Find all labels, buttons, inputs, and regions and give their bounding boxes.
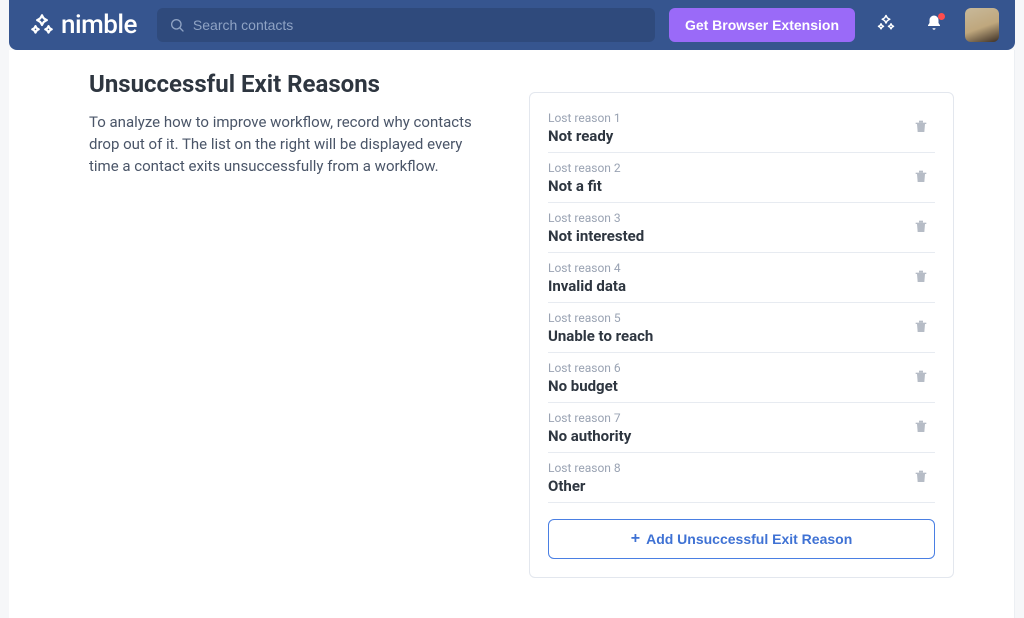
page-content: Unsuccessful Exit Reasons To analyze how… bbox=[9, 50, 1015, 618]
reason-row: Lost reason 3 Not interested bbox=[548, 203, 935, 253]
trash-icon bbox=[913, 418, 929, 438]
search-input[interactable] bbox=[193, 17, 643, 33]
reason-row: Lost reason 1 Not ready bbox=[548, 103, 935, 153]
reason-row: Lost reason 7 No authority bbox=[548, 403, 935, 453]
notification-dot-icon bbox=[938, 13, 945, 20]
reason-label: Lost reason 3 bbox=[548, 211, 897, 225]
reason-value: No budget bbox=[548, 377, 897, 395]
page-title: Unsuccessful Exit Reasons bbox=[89, 70, 489, 98]
delete-reason-button[interactable] bbox=[907, 414, 935, 442]
reason-info: Lost reason 6 No budget bbox=[548, 361, 897, 395]
nimble-logo-icon bbox=[29, 12, 55, 38]
reason-value: Other bbox=[548, 477, 897, 495]
delete-reason-button[interactable] bbox=[907, 464, 935, 492]
reason-value: No authority bbox=[548, 427, 897, 445]
trash-icon bbox=[913, 168, 929, 188]
reason-row: Lost reason 2 Not a fit bbox=[548, 153, 935, 203]
reason-info: Lost reason 1 Not ready bbox=[548, 111, 897, 145]
delete-reason-button[interactable] bbox=[907, 364, 935, 392]
delete-reason-button[interactable] bbox=[907, 164, 935, 192]
reason-value: Unable to reach bbox=[548, 327, 897, 345]
search-box[interactable] bbox=[157, 8, 655, 42]
top-navbar: nimble Get Browser Extension bbox=[9, 0, 1015, 50]
trash-icon bbox=[913, 468, 929, 488]
get-browser-extension-button[interactable]: Get Browser Extension bbox=[669, 8, 855, 42]
reason-row: Lost reason 5 Unable to reach bbox=[548, 303, 935, 353]
notifications-button[interactable] bbox=[917, 8, 951, 42]
apps-icon-button[interactable] bbox=[869, 8, 903, 42]
reason-info: Lost reason 4 Invalid data bbox=[548, 261, 897, 295]
trash-icon bbox=[913, 218, 929, 238]
delete-reason-button[interactable] bbox=[907, 264, 935, 292]
sparkle-icon bbox=[876, 13, 896, 37]
avatar[interactable] bbox=[965, 8, 999, 42]
search-icon bbox=[169, 17, 185, 33]
reasons-card: Lost reason 1 Not ready Lost reason 2 Not a… bbox=[529, 92, 954, 578]
reason-value: Not ready bbox=[548, 127, 897, 145]
delete-reason-button[interactable] bbox=[907, 114, 935, 142]
reason-info: Lost reason 3 Not interested bbox=[548, 211, 897, 245]
brand[interactable]: nimble bbox=[29, 10, 137, 40]
reason-value: Invalid data bbox=[548, 277, 897, 295]
delete-reason-button[interactable] bbox=[907, 214, 935, 242]
plus-icon: + bbox=[631, 531, 640, 547]
reasons-list: Lost reason 1 Not ready Lost reason 2 Not a… bbox=[548, 103, 935, 503]
reason-label: Lost reason 7 bbox=[548, 411, 897, 425]
reason-info: Lost reason 7 No authority bbox=[548, 411, 897, 445]
reason-value: Not interested bbox=[548, 227, 897, 245]
reason-label: Lost reason 2 bbox=[548, 161, 897, 175]
delete-reason-button[interactable] bbox=[907, 314, 935, 342]
reason-label: Lost reason 8 bbox=[548, 461, 897, 475]
trash-icon bbox=[913, 268, 929, 288]
reason-info: Lost reason 8 Other bbox=[548, 461, 897, 495]
reason-label: Lost reason 6 bbox=[548, 361, 897, 375]
trash-icon bbox=[913, 118, 929, 138]
left-column: Unsuccessful Exit Reasons To analyze how… bbox=[89, 70, 489, 578]
reason-label: Lost reason 5 bbox=[548, 311, 897, 325]
reason-info: Lost reason 5 Unable to reach bbox=[548, 311, 897, 345]
reason-row: Lost reason 8 Other bbox=[548, 453, 935, 503]
reason-row: Lost reason 6 No budget bbox=[548, 353, 935, 403]
reason-value: Not a fit bbox=[548, 177, 897, 195]
trash-icon bbox=[913, 318, 929, 338]
add-reason-label: Add Unsuccessful Exit Reason bbox=[646, 531, 852, 547]
right-column: Lost reason 1 Not ready Lost reason 2 Not a… bbox=[529, 70, 954, 578]
reason-info: Lost reason 2 Not a fit bbox=[548, 161, 897, 195]
reason-row: Lost reason 4 Invalid data bbox=[548, 253, 935, 303]
brand-text: nimble bbox=[61, 10, 137, 40]
page-description: To analyze how to improve workflow, reco… bbox=[89, 112, 489, 177]
add-reason-button[interactable]: + Add Unsuccessful Exit Reason bbox=[548, 519, 935, 559]
trash-icon bbox=[913, 368, 929, 388]
reason-label: Lost reason 1 bbox=[548, 111, 897, 125]
reason-label: Lost reason 4 bbox=[548, 261, 897, 275]
